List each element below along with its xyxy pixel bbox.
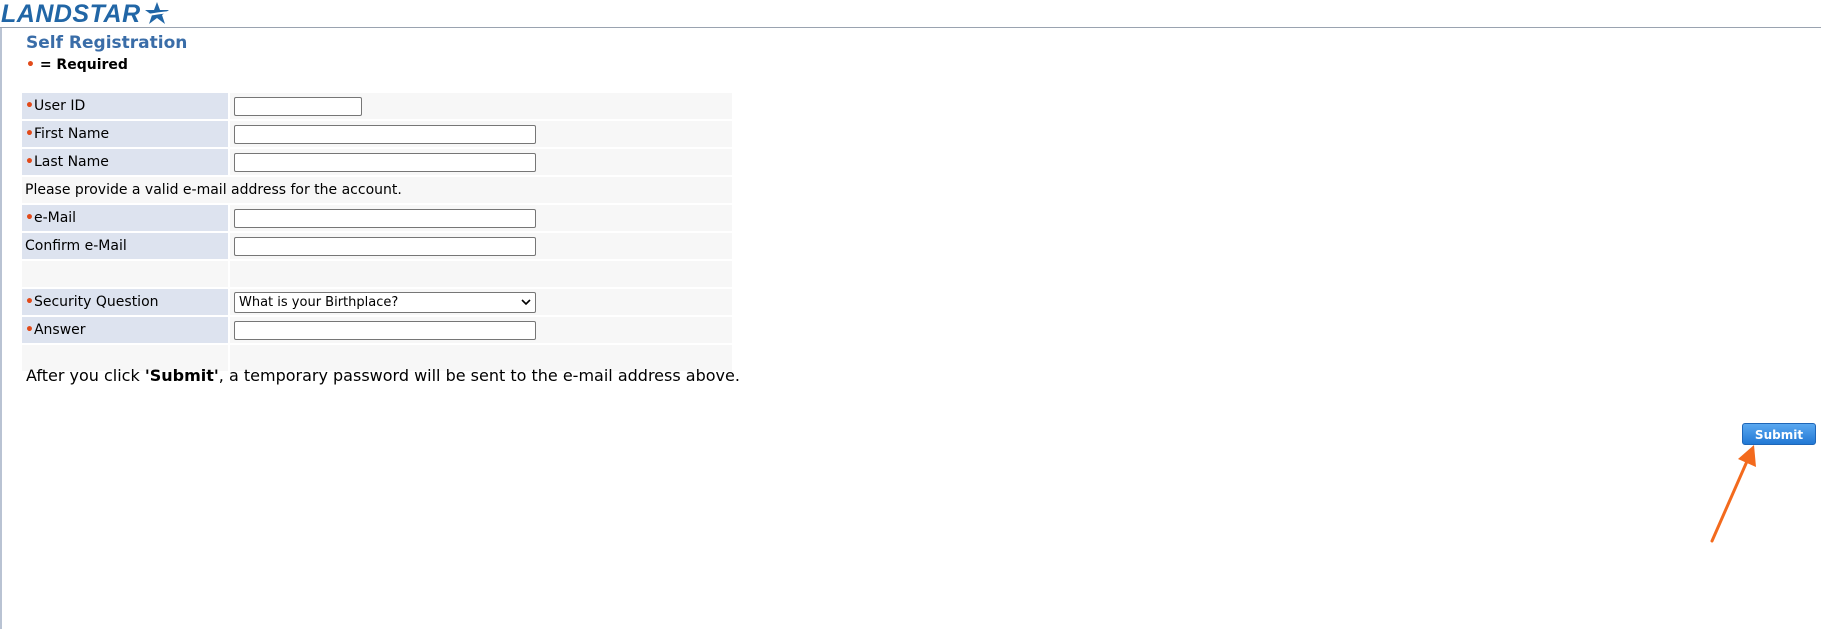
chevron-down-icon [521,293,531,318]
security-question-value: What is your Birthplace? [239,294,399,310]
confirm-email-cell [230,233,732,259]
email-label-text: e-Mail [33,210,77,226]
last-name-row: •Last Name [22,149,732,175]
email-input[interactable] [234,208,536,228]
required-dot: • [25,98,34,114]
confirm-email-input[interactable] [234,236,536,256]
page: LANDSTAR Self Registration • = Required … [0,0,1821,629]
submit-instructions-bold: 'Submit' [144,366,219,385]
last-name-label-text: Last Name [33,154,109,170]
answer-cell [230,317,732,343]
required-dot: • [25,154,34,170]
security-question-label-text: Security Question [33,294,159,310]
first-name-label-text: First Name [33,126,110,142]
user-id-row: •User ID [22,93,732,119]
required-dot: • [25,322,34,338]
user-id-input[interactable] [234,96,362,116]
star-icon [140,2,170,24]
security-question-label: •Security Question [22,289,228,315]
confirm-email-row: Confirm e-Mail [22,233,732,259]
first-name-input[interactable] [234,124,536,144]
last-name-cell [230,149,732,175]
email-label: •e-Mail [22,205,228,231]
spacer-label-cell [22,261,228,287]
required-legend: • = Required [26,57,128,73]
security-question-row: •Security Question What is your Birthpla… [22,289,732,315]
first-name-label: •First Name [22,121,228,147]
email-note-row: Please provide a valid e-mail address fo… [22,177,732,203]
spacer-row [22,261,732,287]
submit-instructions: After you click 'Submit', a temporary pa… [26,366,740,385]
last-name-input[interactable] [234,152,536,172]
user-id-label-text: User ID [33,98,86,114]
confirm-email-label-text: Confirm e-Mail [25,238,127,254]
last-name-label: •Last Name [22,149,228,175]
email-note: Please provide a valid e-mail address fo… [25,182,402,198]
left-border [0,0,2,629]
header: LANDSTAR [0,0,1821,28]
required-legend-text: = Required [39,57,128,73]
first-name-cell [230,121,732,147]
required-dot: • [25,126,34,142]
landstar-logo[interactable]: LANDSTAR [1,1,171,27]
registration-form: •User ID •First Name •Last Name Please p… [22,93,732,373]
confirm-email-label: Confirm e-Mail [22,233,228,259]
submit-instructions-prefix: After you click [26,366,145,385]
answer-label-text: Answer [33,322,86,338]
answer-input[interactable] [234,320,536,340]
page-title: Self Registration [26,33,188,53]
security-question-cell: What is your Birthplace? [230,289,732,315]
user-id-cell [230,93,732,119]
logo-text: LANDSTAR [1,0,141,28]
user-id-label: •User ID [22,93,228,119]
submit-instructions-suffix: , a temporary password will be sent to t… [218,366,740,385]
email-cell [230,205,732,231]
answer-row: •Answer [22,317,732,343]
first-name-row: •First Name [22,121,732,147]
required-dot: • [26,57,35,73]
required-dot: • [25,294,34,310]
required-dot: • [25,210,34,226]
arrow-icon [1710,445,1756,543]
security-question-select[interactable]: What is your Birthplace? [234,291,536,313]
spacer-field-cell [230,261,732,287]
email-row: •e-Mail [22,205,732,231]
answer-label: •Answer [22,317,228,343]
submit-button[interactable]: Submit [1742,423,1816,445]
